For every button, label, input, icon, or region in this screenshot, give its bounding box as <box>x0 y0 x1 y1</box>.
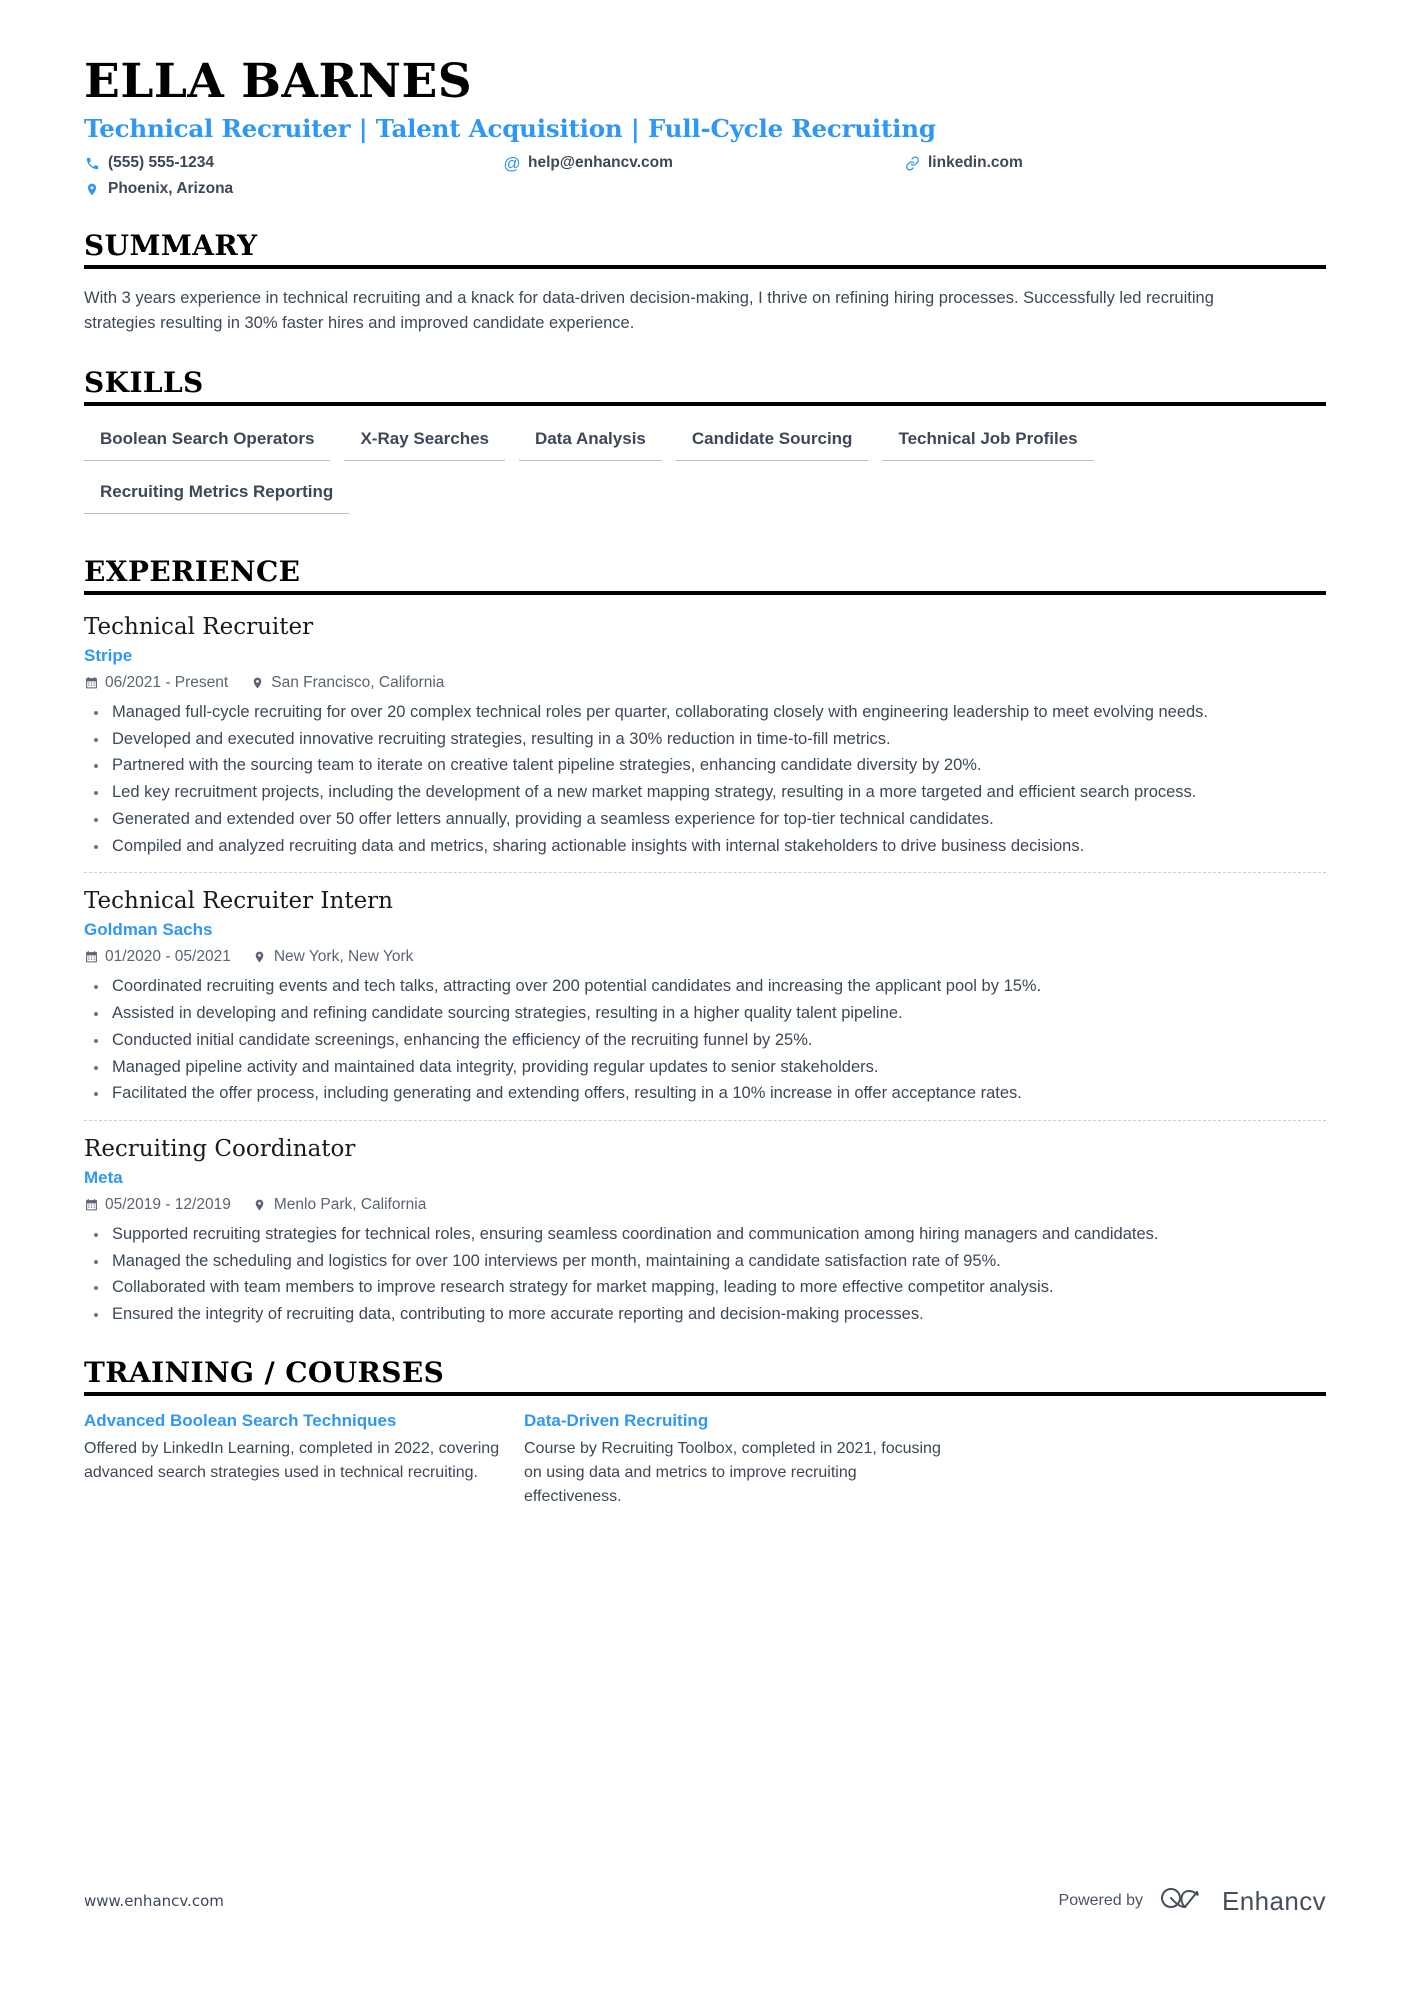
powered-by-label: Powered by <box>1058 1891 1144 1909</box>
candidate-headline: Technical Recruiter | Talent Acquisition… <box>84 113 936 143</box>
candidate-name: ELLA BARNES <box>84 54 473 109</box>
course-entry: Data-Driven Recruiting Course by Recruiti… <box>524 1410 944 1508</box>
experience-heading: EXPERIENCE <box>84 555 1326 596</box>
skill-item: X-Ray Searches <box>344 420 505 461</box>
job-bullet: Collaborated with team members to improv… <box>84 1275 1326 1300</box>
skill-item: Technical Job Profiles <box>882 420 1094 461</box>
enhancv-brand-name: Enhancv <box>1222 1885 1326 1916</box>
contact-linkedin-text: linkedin.com <box>928 154 1023 172</box>
calendar-icon <box>84 950 98 965</box>
job-title: Technical Recruiter Intern <box>84 888 393 915</box>
job-bullet: Ensured the integrity of recruiting data… <box>84 1302 1326 1327</box>
experience-entry: Technical Recruiter Intern Goldman Sachs 0… <box>84 872 1326 1106</box>
job-location: San Francisco, California <box>250 674 444 692</box>
summary-text: With 3 years experience in technical rec… <box>84 288 1214 333</box>
summary-section: SUMMARY With 3 years experience in techn… <box>84 229 1326 337</box>
skill-item: Recruiting Metrics Reporting <box>84 473 350 514</box>
resume-page: ELLA BARNES Technical Recruiter | Talent… <box>0 0 1410 1995</box>
course-description: Course by Recruiting Toolbox, completed … <box>524 1439 941 1505</box>
job-bullets: Coordinated recruiting events and tech t… <box>84 974 1326 1106</box>
skills-section: SKILLS Boolean Search Operators X-Ray Sea… <box>84 366 1326 526</box>
location-icon <box>253 950 267 965</box>
job-meta: 06/2021 - Present San Francisco, Californ… <box>84 674 1326 692</box>
contact-linkedin[interactable]: linkedin.com <box>904 153 1326 174</box>
location-icon <box>253 1197 267 1212</box>
job-company: Stripe <box>84 645 133 665</box>
experience-list: Technical Recruiter Stripe 06/2021 - Prese… <box>84 609 1326 1327</box>
job-title: Technical Recruiter <box>84 614 314 641</box>
contact-email[interactable]: @ help@enhancv.com <box>503 153 904 174</box>
experience-section: EXPERIENCE Technical Recruiter Stripe 06/2… <box>84 555 1326 1327</box>
job-meta: 01/2020 - 05/2021 New York, New York <box>84 948 1326 966</box>
job-location-text: Menlo Park, California <box>273 1195 427 1213</box>
footer-url[interactable]: www.enhancv.com <box>84 1892 224 1910</box>
link-icon <box>904 156 920 172</box>
job-bullet: Partnered with the sourcing team to iter… <box>84 753 1326 778</box>
job-dates: 01/2020 - 05/2021 <box>84 948 231 966</box>
powered-by: Powered by Enhancv <box>1059 1884 1326 1917</box>
courses-list: Advanced Boolean Search Techniques Offere… <box>84 1410 1326 1508</box>
job-company: Meta <box>84 1167 123 1187</box>
job-dates-text: 01/2020 - 05/2021 <box>105 948 231 966</box>
job-bullet: Conducted initial candidate screenings, … <box>84 1028 1326 1053</box>
job-meta: 05/2019 - 12/2019 Menlo Park, California <box>84 1196 1326 1214</box>
job-location-text: New York, New York <box>273 948 414 966</box>
resume-header: ELLA BARNES Technical Recruiter | Talent… <box>84 0 1326 200</box>
job-bullet: Compiled and analyzed recruiting data an… <box>84 834 1326 859</box>
contact-email-text: help@enhancv.com <box>528 154 673 172</box>
job-bullet: Managed pipeline activity and maintained… <box>84 1055 1326 1080</box>
job-dates: 06/2021 - Present <box>84 674 228 692</box>
job-dates-text: 05/2019 - 12/2019 <box>105 1195 231 1213</box>
job-bullets: Supported recruiting strategies for tech… <box>84 1222 1326 1327</box>
course-title: Advanced Boolean Search Techniques <box>84 1411 397 1431</box>
skill-item: Boolean Search Operators <box>84 420 331 461</box>
job-company: Goldman Sachs <box>84 920 213 940</box>
training-heading: TRAINING / COURSES <box>84 1356 1326 1397</box>
skills-heading: SKILLS <box>84 366 1326 406</box>
job-bullet: Assisted in developing and refining cand… <box>84 1001 1326 1026</box>
job-bullet: Supported recruiting strategies for tech… <box>84 1222 1326 1247</box>
location-icon <box>84 181 100 197</box>
job-location: New York, New York <box>253 948 414 966</box>
location-icon <box>250 675 264 690</box>
calendar-icon <box>84 1197 98 1212</box>
experience-entry: Recruiting Coordinator Meta 05/2019 - 12/2… <box>84 1120 1326 1327</box>
course-title: Data-Driven Recruiting <box>524 1411 709 1431</box>
job-bullets: Managed full-cycle recruiting for over 2… <box>84 700 1326 859</box>
job-bullet: Led key recruitment projects, including … <box>84 780 1326 805</box>
job-bullet: Generated and extended over 50 offer let… <box>84 807 1326 832</box>
enhancv-brand: Enhancv <box>1159 1884 1326 1917</box>
job-bullet: Managed the scheduling and logistics for… <box>84 1249 1326 1274</box>
contact-phone[interactable]: (555) 555-1234 <box>84 153 504 174</box>
training-section: TRAINING / COURSES Advanced Boolean Sear… <box>84 1356 1326 1509</box>
job-location-text: San Francisco, California <box>271 673 445 691</box>
job-dates: 05/2019 - 12/2019 <box>84 1196 231 1214</box>
job-bullet: Coordinated recruiting events and tech t… <box>84 974 1326 999</box>
email-icon: @ <box>503 154 521 174</box>
summary-heading: SUMMARY <box>84 229 1326 270</box>
job-bullet: Facilitated the offer process, including… <box>84 1081 1326 1106</box>
job-bullet: Managed full-cycle recruiting for over 2… <box>84 700 1326 725</box>
phone-icon <box>84 156 100 172</box>
contact-info: (555) 555-1234 @ help@enhancv.com linked… <box>84 153 1326 200</box>
page-footer: www.enhancv.com Powered by Enhancv <box>84 1884 1326 1917</box>
course-entry: Advanced Boolean Search Techniques Offere… <box>84 1410 504 1508</box>
contact-phone-text: (555) 555-1234 <box>108 154 214 172</box>
job-title: Recruiting Coordinator <box>84 1136 356 1163</box>
skill-item: Candidate Sourcing <box>675 420 869 461</box>
experience-entry: Technical Recruiter Stripe 06/2021 - Prese… <box>84 609 1326 858</box>
contact-location: Phoenix, Arizona <box>84 179 504 200</box>
job-dates-text: 06/2021 - Present <box>105 673 229 691</box>
skills-list: Boolean Search Operators X-Ray Searches Da… <box>84 420 1326 526</box>
skill-item: Data Analysis <box>519 420 662 461</box>
calendar-icon <box>84 675 98 690</box>
course-description: Offered by LinkedIn Learning, completed … <box>84 1439 500 1481</box>
contact-location-text: Phoenix, Arizona <box>108 180 234 197</box>
enhancv-logo-icon <box>1159 1884 1211 1917</box>
job-bullet: Developed and executed innovative recrui… <box>84 727 1326 752</box>
job-location: Menlo Park, California <box>253 1196 426 1214</box>
